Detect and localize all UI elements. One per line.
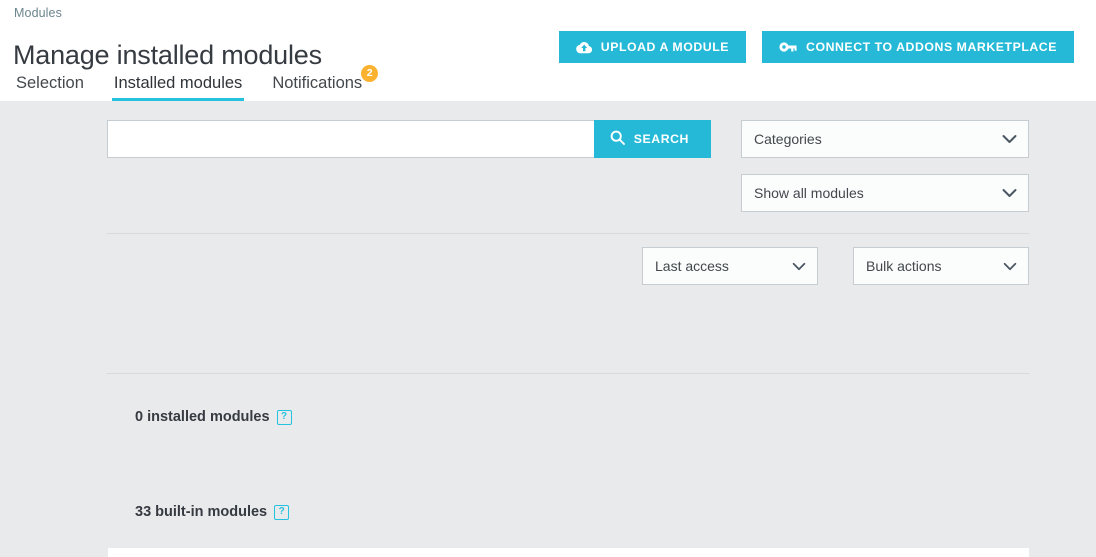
help-icon[interactable]: ? [274, 505, 289, 520]
cloud-upload-icon [576, 41, 592, 54]
page-title: Manage installed modules [13, 40, 322, 71]
show-modules-select[interactable]: Show all modules [741, 174, 1029, 212]
divider-middle [107, 373, 1029, 374]
divider-top [107, 233, 1029, 234]
tab-notifications-label: Notifications [272, 74, 362, 92]
tab-notifications[interactable]: Notifications 2 [270, 74, 364, 101]
tab-installed-modules-label: Installed modules [114, 74, 242, 92]
installed-modules-heading-label: 0 installed modules [135, 409, 270, 425]
notifications-badge: 2 [361, 65, 378, 82]
breadcrumb: Modules [14, 6, 62, 20]
bulk-actions-select[interactable]: Bulk actions [853, 247, 1029, 285]
sort-select-value: Last access [655, 258, 729, 274]
sort-select[interactable]: Last access [642, 247, 818, 285]
search-icon [610, 130, 625, 148]
page-header: Modules Manage installed modules Upload … [0, 0, 1096, 101]
categories-select[interactable]: Categories [741, 120, 1029, 158]
upload-a-module-button[interactable]: Upload a module [559, 31, 746, 63]
connect-to-addons-marketplace-button[interactable]: Connect to Addons marketplace [762, 31, 1074, 63]
search-group: Search [107, 120, 711, 158]
filter-row: Search Categories Show all modules [107, 120, 1029, 216]
help-icon[interactable]: ? [277, 410, 292, 425]
installed-modules-heading: 0 installed modules ? [135, 409, 292, 425]
builtin-modules-heading-label: 33 built-in modules [135, 504, 267, 520]
chevron-down-icon [1003, 258, 1017, 274]
bulk-actions-select-value: Bulk actions [866, 258, 941, 274]
search-button[interactable]: Search [594, 120, 711, 158]
key-icon [779, 41, 797, 53]
search-input[interactable] [107, 120, 594, 158]
header-actions: Upload a module Connect to Addons market… [559, 31, 1074, 63]
chevron-down-icon [792, 258, 806, 274]
sort-row: Last access Bulk actions [107, 247, 1029, 285]
tab-selection-label: Selection [16, 74, 84, 92]
connect-to-addons-label: Connect to Addons marketplace [806, 40, 1057, 54]
module-card: Best customers v2.0.1 - by PrestaShop Ad… [108, 548, 1029, 557]
upload-a-module-label: Upload a module [601, 40, 729, 54]
chevron-down-icon [1002, 185, 1017, 201]
categories-select-value: Categories [754, 131, 822, 147]
search-button-label: Search [634, 132, 689, 146]
tab-selection[interactable]: Selection [14, 74, 86, 101]
module-row: Best customers v2.0.1 - by PrestaShop Ad… [108, 548, 1029, 557]
tab-installed-modules[interactable]: Installed modules [112, 74, 244, 101]
content-area: Search Categories Show all modules Last … [0, 101, 1096, 557]
builtin-modules-heading: 33 built-in modules ? [135, 504, 289, 520]
tab-bar: Selection Installed modules Notification… [14, 74, 364, 101]
show-modules-select-value: Show all modules [754, 185, 864, 201]
chevron-down-icon [1002, 131, 1017, 147]
